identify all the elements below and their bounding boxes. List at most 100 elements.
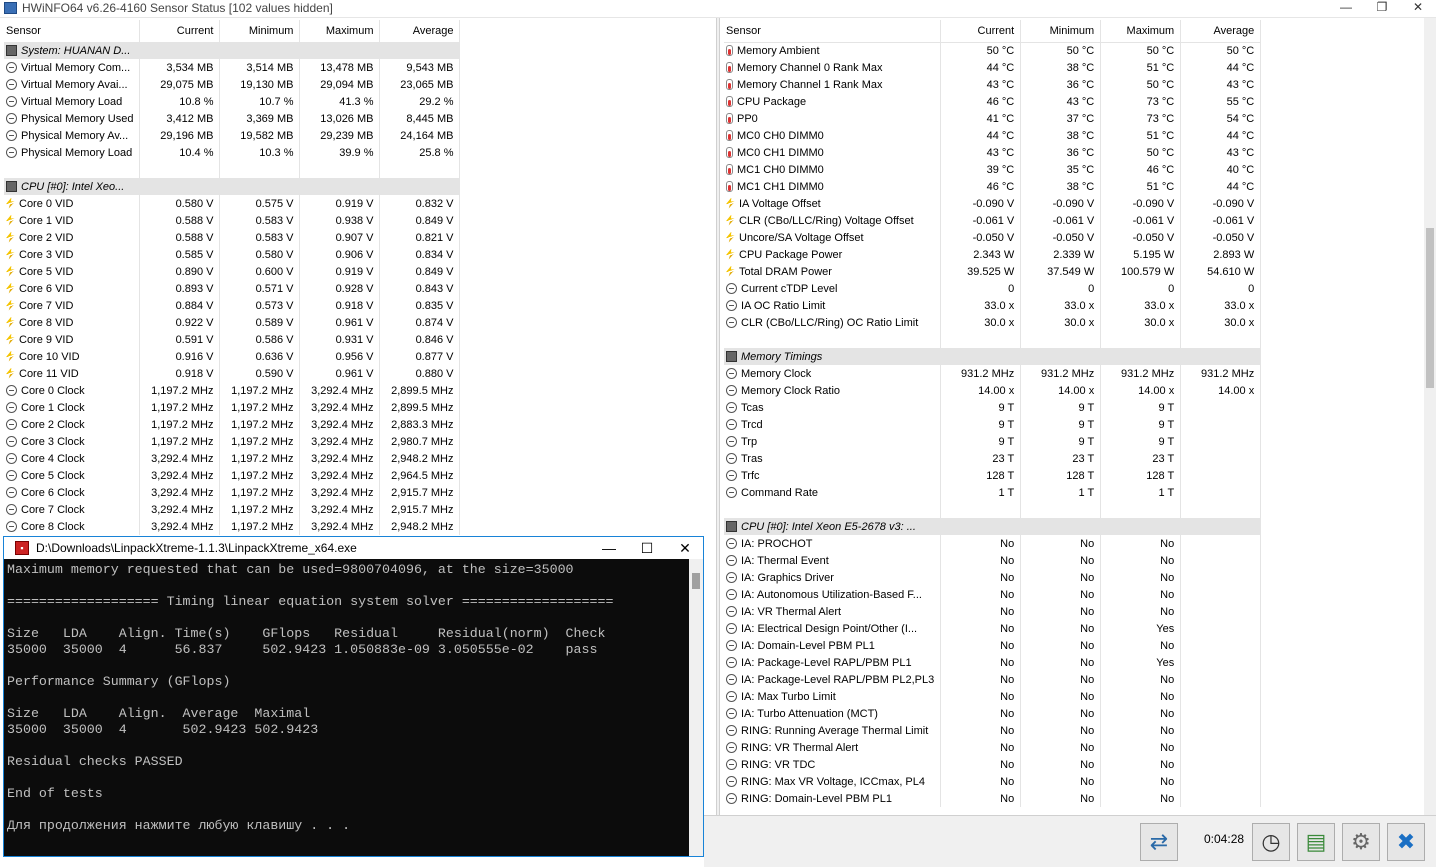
sensor-row[interactable]: IA: Thermal Event No No No [724,552,1262,569]
minimum-value: No [1020,688,1102,705]
sensor-row[interactable]: Virtual Memory Load 10.8 % 10.7 % 41.3 % 29.… [4,93,461,110]
sensor-row[interactable]: Core 3 Clock 1,197.2 MHz 1,197.2 MHz 3,292.… [4,433,461,450]
sensor-row[interactable]: IA: Package-Level RAPL/PBM PL2,PL3 No No No [724,671,1262,688]
restore-button[interactable]: ❐ [1364,0,1400,17]
sensor-row[interactable]: Virtual Memory Avai... 29,075 MB 19,130 MB… [4,76,461,93]
sensor-row[interactable]: CLR (CBo/LLC/Ring) OC Ratio Limit 30.0 x3… [724,314,1262,331]
col-header-current[interactable]: Current [139,20,221,43]
sensor-row[interactable]: Core 3 VID 0.585 V 0.580 V 0.906 V 0.834 V [4,246,461,263]
sensor-row[interactable]: Command Rate 1 T1 T1 T [724,484,1262,501]
sensor-row[interactable]: IA: VR Thermal Alert No No No [724,603,1262,620]
sensor-row[interactable]: Tras 23 T 23 T 23 T [724,450,1262,467]
sensor-row[interactable]: Core 11 VID 0.918 V 0.590 V 0.961 V 0.880 V [4,365,461,382]
sensor-row[interactable]: MC0 CH0 DIMM0 44 °C 38 °C 51 °C 44 °C [724,127,1262,144]
sensor-row[interactable]: Core 9 VID 0.591 V 0.586 V 0.931 V 0.846 V [4,331,461,348]
minimize-button[interactable]: — [1328,0,1364,17]
console-scrollbar[interactable] [689,559,703,856]
sensor-row[interactable]: IA: Turbo Attenuation (MCT) No No No [724,705,1262,722]
col-header-maximum[interactable]: Maximum [299,20,381,43]
sensor-row[interactable]: Current cTDP Level 0 0 0 0 [724,280,1262,297]
sensor-row[interactable]: Core 2 VID 0.588 V 0.583 V 0.907 V 0.821 V [4,229,461,246]
sensor-group-header[interactable]: CPU [#0]: Intel Xeon E5-2678 v3: ... [724,518,1262,535]
sensor-row[interactable]: IA: Autonomous Utilization-Based F... No N… [724,586,1262,603]
sensor-row[interactable]: Physical Memory Av... 29,196 MB 19,582 MB 2… [4,127,461,144]
console-scrollbar-thumb[interactable] [692,573,700,589]
sensor-row[interactable]: IA Voltage Offset -0.090 V -0.090 V -0.090 … [724,195,1262,212]
col-header-minimum[interactable]: Minimum [1020,20,1102,43]
sensor-row[interactable]: IA: Max Turbo Limit No No No [724,688,1262,705]
log-file-button[interactable]: ▤ [1297,823,1335,861]
sensor-row[interactable]: Core 5 VID 0.890 V 0.600 V 0.919 V 0.849 V [4,263,461,280]
sensor-row[interactable]: RING: Max VR Voltage, ICCmax, PL4 No No No [724,773,1262,790]
console-maximize-button[interactable]: ☐ [628,537,666,559]
sensor-row[interactable]: Core 2 Clock 1,197.2 MHz 1,197.2 MHz 3,292.… [4,416,461,433]
average-value: 14.00 x [1180,382,1262,399]
sensor-row[interactable]: CLR (CBo/LLC/Ring) Voltage Offset -0.061 … [724,212,1262,229]
sensor-row[interactable]: Trcd 9 T9 T9 T [724,416,1262,433]
sensor-row[interactable]: Core 8 Clock 3,292.4 MHz 1,197.2 MHz 3,292.… [4,518,461,535]
spacer-row [724,501,1262,518]
sensor-row[interactable]: Memory Channel 0 Rank Max 44 °C 38 °C 51 °C… [724,59,1262,76]
sensor-row[interactable]: IA OC Ratio Limit 33.0 x 33.0 x 33.0 x 33.0 … [724,297,1262,314]
sensor-row[interactable]: MC1 CH0 DIMM0 39 °C 35 °C 46 °C 40 °C [724,161,1262,178]
sensor-row[interactable]: MC0 CH1 DIMM0 43 °C 36 °C 50 °C 43 °C [724,144,1262,161]
col-header-maximum[interactable]: Maximum [1100,20,1182,43]
sensor-row[interactable]: IA: Graphics Driver No No No [724,569,1262,586]
col-header-minimum[interactable]: Minimum [219,20,301,43]
sensor-row[interactable]: Trfc 128 T 128 T 128 T [724,467,1262,484]
sensor-row[interactable]: CPU Package 46 °C 43 °C 73 °C 55 °C [724,93,1262,110]
sensor-row[interactable]: MC1 CH1 DIMM0 46 °C 38 °C 51 °C 44 °C [724,178,1262,195]
sensor-row[interactable]: IA: Domain-Level PBM PL1 No No No [724,637,1262,654]
sensor-group-header[interactable]: Memory Timings [724,348,1262,365]
col-header-sensor[interactable]: Sensor [724,20,942,43]
sensor-row[interactable]: Core 1 VID 0.588 V 0.583 V 0.938 V 0.849 V [4,212,461,229]
sensor-row[interactable]: Virtual Memory Com... 3,534 MB 3,514 MB 13,… [4,59,461,76]
sensor-row[interactable]: IA: Electrical Design Point/Other (I... N… [724,620,1262,637]
sensor-row[interactable]: Memory Channel 1 Rank Max 43 °C 36 °C 50 °C… [724,76,1262,93]
sensor-row[interactable]: RING: VR Thermal Alert No No No [724,739,1262,756]
sensor-row[interactable]: Memory Clock Ratio 14.00 x 14.00 x 14.00 x1… [724,382,1262,399]
col-header-average[interactable]: Average [379,20,461,43]
col-header-sensor[interactable]: Sensor [4,20,141,43]
sensor-group-header[interactable]: CPU [#0]: Intel Xeo... [4,178,461,195]
col-header-current[interactable]: Current [940,20,1022,43]
sensor-group-header[interactable]: System: HUANAN D... [4,42,461,59]
close-button[interactable]: ✕ [1400,0,1436,17]
sensor-row[interactable]: Physical Memory Used 3,412 MB 3,369 MB 13,0… [4,110,461,127]
sensor-row[interactable]: Uncore/SA Voltage Offset -0.050 V -0.050 V… [724,229,1262,246]
console-close-button[interactable]: ✕ [666,537,704,559]
sensor-row[interactable]: Core 0 VID 0.580 V 0.575 V 0.919 V 0.832 V [4,195,461,212]
clock-reset-button[interactable]: ◷ [1252,823,1290,861]
sensor-row[interactable]: Core 7 Clock 3,292.4 MHz 1,197.2 MHz 3,292.… [4,501,461,518]
sensor-row[interactable]: RING: VR TDC No No No [724,756,1262,773]
sensor-row[interactable]: Core 6 VID 0.893 V 0.571 V 0.928 V 0.843 V [4,280,461,297]
sensor-row[interactable]: Core 4 Clock 3,292.4 MHz 1,197.2 MHz 3,292.… [4,450,461,467]
sensor-row[interactable]: PP0 41 °C 37 °C 73 °C 54 °C [724,110,1262,127]
network-sync-button[interactable]: ⇄ [1140,823,1178,861]
settings-button[interactable]: ⚙ [1342,823,1380,861]
close-sensors-button[interactable]: ✖ [1387,823,1425,861]
sensor-row[interactable]: Core 8 VID 0.922 V 0.589 V 0.961 V 0.874 V [4,314,461,331]
console-minimize-button[interactable]: — [590,537,628,559]
sensor-row[interactable]: Physical Memory Load 10.4 % 10.3 % 39.9 % 25… [4,144,461,161]
sensor-row[interactable]: RING: Domain-Level PBM PL1 No No No [724,790,1262,807]
scrollbar-thumb[interactable] [1426,228,1434,388]
sensor-row[interactable]: Core 6 Clock 3,292.4 MHz 1,197.2 MHz 3,292.… [4,484,461,501]
sensor-row[interactable]: Tcas 9 T9 T9 T [724,399,1262,416]
sensor-row[interactable]: Core 5 Clock 3,292.4 MHz 1,197.2 MHz 3,292.… [4,467,461,484]
sensor-row[interactable]: Memory Clock 931.2 MHz 931.2 MHz 931.2 MHz 9… [724,365,1262,382]
sensor-row[interactable]: CPU Package Power 2.343 W 2.339 W 5.195 W 2.… [724,246,1262,263]
sensor-row[interactable]: IA: Package-Level RAPL/PBM PL1 No No Yes [724,654,1262,671]
sensor-row[interactable]: Core 7 VID 0.884 V 0.573 V 0.918 V 0.835 V [4,297,461,314]
sensor-row[interactable]: Core 0 Clock 1,197.2 MHz 1,197.2 MHz 3,292.… [4,382,461,399]
col-header-average[interactable]: Average [1180,20,1262,43]
sensor-row[interactable]: Total DRAM Power 39.525 W 37.549 W 100.579 … [724,263,1262,280]
sensor-row[interactable]: Core 10 VID 0.916 V 0.636 V 0.956 V 0.877 V [4,348,461,365]
sensor-row[interactable]: RING: Running Average Thermal Limit No No N… [724,722,1262,739]
right-panel-scrollbar[interactable] [1424,18,1436,815]
sensor-row[interactable]: Core 1 Clock 1,197.2 MHz 1,197.2 MHz 3,292.… [4,399,461,416]
sensor-row[interactable]: Trp 9 T9 T9 T [724,433,1262,450]
sensor-row[interactable]: IA: PROCHOT No No No [724,535,1262,552]
maximum-value: No [1100,671,1182,688]
sensor-row[interactable]: Memory Ambient 50 °C 50 °C 50 °C 50 °C [724,42,1262,59]
